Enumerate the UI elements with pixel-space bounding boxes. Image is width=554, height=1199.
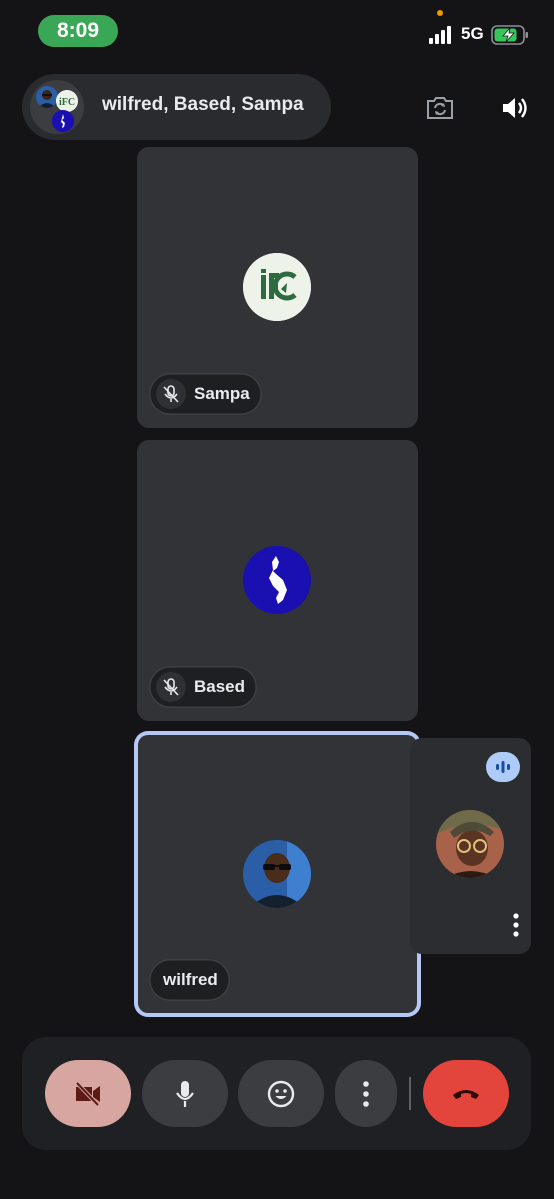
emoji-icon <box>267 1080 295 1107</box>
participant-name-chip: wilfred <box>149 959 230 1001</box>
call-participants-header[interactable]: iFC wilfred, Based, Sampa <box>22 74 331 140</box>
mic-off-icon <box>156 672 186 702</box>
avatar-self <box>436 810 504 878</box>
call-title: wilfred, Based, Sampa <box>102 94 304 115</box>
participant-tile-wilfred[interactable]: wilfred <box>134 731 421 1017</box>
avatar-sampa-mini: iFC <box>56 90 78 112</box>
avatar-wilfred-mini <box>36 86 58 108</box>
status-bar: 8:09 5G <box>0 0 554 60</box>
microphone-icon <box>176 1080 194 1107</box>
participant-name-chip: Sampa <box>149 373 262 415</box>
more-vert-icon <box>363 1080 369 1107</box>
speaker-icon <box>503 98 527 118</box>
end-call-icon <box>453 1089 479 1099</box>
participant-name: Based <box>194 677 246 696</box>
group-avatar: iFC <box>30 80 84 134</box>
participant-name-chip: Based <box>149 666 258 708</box>
end-call-button[interactable] <box>423 1060 509 1127</box>
participant-tile-based[interactable]: Based <box>137 440 418 721</box>
participant-tile-sampa[interactable]: Sampa <box>137 147 418 428</box>
cellular-signal-icon <box>429 26 455 44</box>
participant-name: Sampa <box>194 384 250 403</box>
reactions-button[interactable] <box>238 1060 324 1127</box>
avatar-based-mini <box>52 110 74 132</box>
audio-level-icon <box>486 752 520 782</box>
flip-camera-button[interactable] <box>422 90 458 126</box>
camera-toggle-button[interactable] <box>45 1060 131 1127</box>
network-type: 5G <box>461 24 484 43</box>
call-controls-bar <box>22 1037 531 1150</box>
controls-divider <box>409 1077 411 1110</box>
avatar-based <box>243 546 311 614</box>
status-time: 8:09 <box>38 15 118 47</box>
microphone-button[interactable] <box>142 1060 228 1127</box>
self-view-tile[interactable] <box>410 738 531 954</box>
flip-camera-icon <box>427 97 453 119</box>
self-view-more-button[interactable] <box>504 910 528 940</box>
svg-text:iFC: iFC <box>59 97 75 108</box>
avatar-wilfred <box>243 840 311 908</box>
mic-off-icon <box>156 379 186 409</box>
more-options-button[interactable] <box>335 1060 397 1127</box>
avatar-sampa <box>243 253 311 321</box>
camera-off-icon <box>75 1081 100 1106</box>
more-vert-icon <box>513 913 519 937</box>
battery-charging-icon <box>491 25 528 45</box>
speaker-button[interactable] <box>496 90 532 126</box>
privacy-indicator-dot <box>437 10 443 16</box>
participant-name: wilfred <box>163 970 218 989</box>
